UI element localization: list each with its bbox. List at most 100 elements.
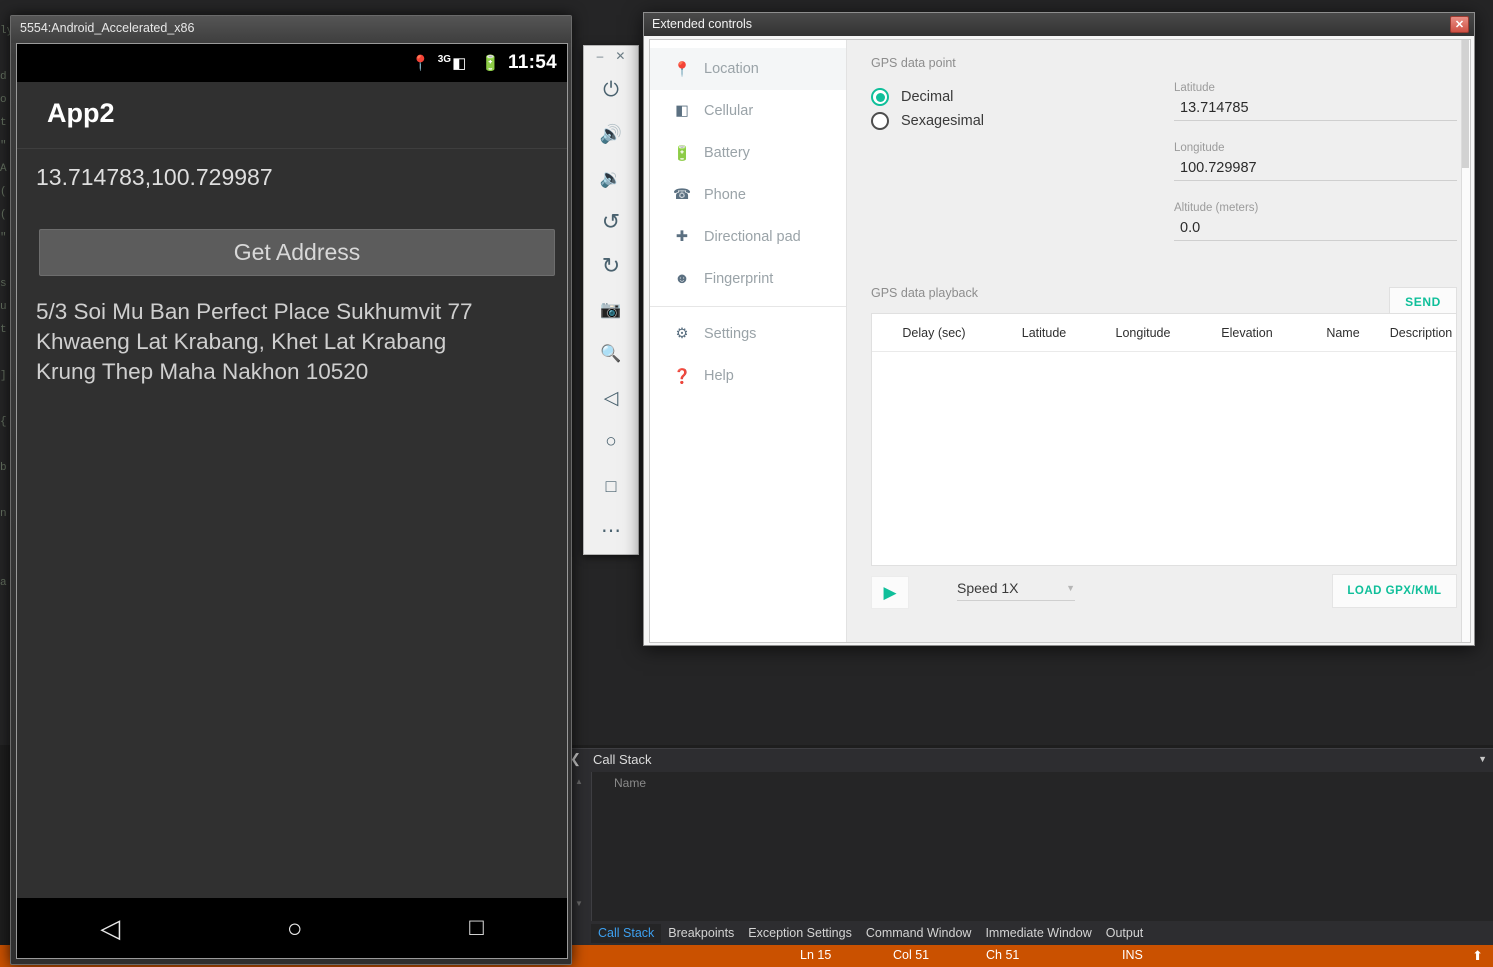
- status-column: Col 51: [893, 948, 930, 962]
- chevron-down-icon: ▼: [1066, 583, 1075, 593]
- speed-select-value: Speed 1X: [957, 580, 1019, 596]
- latitude-input[interactable]: 13.714785: [1174, 98, 1457, 121]
- fingerprint-icon: ☻: [674, 271, 690, 287]
- tab-immediate-window[interactable]: Immediate Window: [978, 924, 1098, 943]
- home-icon[interactable]: ○: [584, 420, 638, 464]
- location-panel-scrollbar[interactable]: [1461, 40, 1470, 642]
- rotate-left-icon[interactable]: ↺: [584, 200, 638, 244]
- recents-button[interactable]: □: [469, 914, 484, 942]
- sidebar-item-help[interactable]: ❓ Help: [650, 355, 846, 397]
- play-icon: ▶: [883, 582, 897, 602]
- rotate-right-icon[interactable]: ↻: [584, 244, 638, 288]
- tab-call-stack[interactable]: Call Stack: [591, 923, 662, 943]
- coordinates-text: 13.714783,100.729987: [36, 164, 273, 190]
- zoom-icon[interactable]: 🔍: [584, 332, 638, 376]
- minimize-icon[interactable]: –: [597, 49, 604, 63]
- gps-playback-table: Delay (sec) Latitude Longitude Elevation…: [871, 313, 1457, 566]
- status-insert-mode: INS: [1122, 948, 1143, 962]
- tab-breakpoints[interactable]: Breakpoints: [661, 924, 741, 943]
- location-panel: GPS data point Decimal Sexagesimal Latit…: [847, 40, 1470, 642]
- longitude-label: Longitude: [1174, 142, 1225, 154]
- android-status-bar: 📍 3G ◧ 🔋 11:54: [17, 44, 567, 82]
- status-line: Ln 15: [800, 948, 832, 962]
- tab-command-window[interactable]: Command Window: [859, 924, 979, 943]
- close-icon[interactable]: ✕: [615, 49, 625, 63]
- radio-selected-icon: [871, 88, 889, 106]
- longitude-input[interactable]: 100.729987: [1174, 158, 1457, 181]
- latitude-field: Latitude 13.714785: [1174, 82, 1457, 121]
- extended-controls-title-bar[interactable]: Extended controls ✕: [644, 13, 1474, 36]
- sidebar-item-label: Directional pad: [704, 229, 801, 245]
- tab-exception-settings[interactable]: Exception Settings: [741, 924, 859, 943]
- scroll-down-icon[interactable]: ▼: [574, 899, 584, 909]
- sidebar-item-phone[interactable]: ☎ Phone: [650, 174, 846, 216]
- debug-tab-strip: Call Stack Breakpoints Exception Setting…: [591, 921, 1493, 945]
- battery-icon: 🔋: [672, 145, 692, 162]
- battery-charging-icon: 🔋: [481, 55, 500, 72]
- altitude-field: Altitude (meters) 0.0: [1174, 202, 1457, 241]
- scroll-up-icon[interactable]: ▲: [574, 777, 584, 787]
- address-line-2: Khwaeng Lat Krabang, Khet Lat Krabang: [36, 329, 447, 354]
- power-icon[interactable]: ⏻: [584, 68, 638, 112]
- network-type-label: 3G: [437, 53, 452, 65]
- emulator-window-title: 5554:Android_Accelerated_x86: [20, 21, 195, 35]
- call-stack-header: close-icon Call Stack ▼: [566, 749, 1493, 772]
- radio-decimal[interactable]: Decimal: [871, 88, 953, 106]
- get-address-button[interactable]: Get Address: [39, 229, 555, 276]
- column-header-delay[interactable]: Delay (sec): [872, 326, 996, 340]
- call-stack-title: Call Stack: [593, 752, 652, 767]
- radio-decimal-label: Decimal: [901, 89, 954, 105]
- gps-data-playback-label: GPS data playback: [871, 286, 979, 300]
- sidebar-item-settings[interactable]: ⚙ Settings: [650, 313, 846, 355]
- emulator-title-bar[interactable]: 5554:Android_Accelerated_x86: [11, 16, 571, 43]
- column-header-description[interactable]: Description: [1386, 326, 1456, 340]
- column-header-latitude[interactable]: Latitude: [996, 326, 1092, 340]
- column-header-elevation[interactable]: Elevation: [1194, 326, 1300, 340]
- emulator-screen[interactable]: 📍 3G ◧ 🔋 11:54 App2 13.714783,100.729987…: [16, 43, 568, 959]
- emulator-window: 5554:Android_Accelerated_x86 📍 3G ◧ 🔋 11…: [10, 15, 572, 965]
- toolbar-button-list: ⏻ 🔊 🔉 ↺ ↻ 📷 🔍 ◁ ○ □ ⋯: [584, 68, 638, 552]
- sidebar-item-battery[interactable]: 🔋 Battery: [650, 132, 846, 174]
- extended-controls-title: Extended controls: [652, 17, 753, 31]
- sidebar-item-directional-pad[interactable]: ✚ Directional pad: [650, 216, 846, 258]
- tab-output[interactable]: Output: [1099, 924, 1151, 943]
- screenshot-icon[interactable]: 📷: [584, 288, 638, 332]
- sidebar-item-cellular[interactable]: ◧ Cellular: [650, 90, 846, 132]
- column-header-name[interactable]: Name: [1300, 326, 1386, 340]
- location-pin-icon: 📍: [672, 61, 692, 78]
- play-button[interactable]: ▶: [871, 576, 909, 609]
- table-header-row: Delay (sec) Latitude Longitude Elevation…: [872, 314, 1456, 352]
- more-icon[interactable]: ⋯: [584, 508, 638, 552]
- overview-icon[interactable]: □: [584, 464, 638, 508]
- volume-down-icon[interactable]: 🔉: [584, 156, 638, 200]
- radio-unselected-icon: [871, 112, 889, 130]
- home-button[interactable]: ○: [287, 913, 303, 944]
- scrollbar-thumb[interactable]: [1462, 40, 1469, 168]
- sidebar-item-location[interactable]: 📍 Location: [650, 48, 846, 90]
- gps-data-point-label: GPS data point: [871, 56, 956, 70]
- column-header-longitude[interactable]: Longitude: [1092, 326, 1194, 340]
- toolbar-window-buttons: – ✕: [584, 46, 638, 66]
- speed-select[interactable]: Speed 1X ▼: [957, 580, 1075, 601]
- arrow-up-icon[interactable]: ⬆: [1472, 948, 1483, 964]
- address-line-3: Krung Thep Maha Nakhon 10520: [36, 359, 369, 384]
- sidebar-item-label: Fingerprint: [704, 271, 774, 287]
- radio-sexagesimal[interactable]: Sexagesimal: [871, 112, 984, 130]
- altitude-input[interactable]: 0.0: [1174, 218, 1457, 241]
- extended-controls-body: 📍 Location ◧ Cellular 🔋 Battery ☎ Phone …: [649, 39, 1471, 643]
- app-title: App2: [47, 98, 115, 128]
- load-gpx-kml-button[interactable]: LOAD GPX/KML: [1332, 574, 1457, 608]
- close-icon[interactable]: ✕: [1450, 16, 1469, 33]
- sidebar-item-label: Location: [704, 61, 759, 77]
- chevron-down-icon[interactable]: ▼: [1478, 754, 1487, 764]
- status-char: Ch 51: [986, 948, 1020, 962]
- extended-controls-window: Extended controls ✕ 📍 Location ◧ Cellula…: [643, 12, 1475, 646]
- back-icon[interactable]: ◁: [584, 376, 638, 420]
- back-button[interactable]: ◁: [100, 913, 120, 944]
- address-line-1: 5/3 Soi Mu Ban Perfect Place Sukhumvit 7…: [36, 299, 473, 324]
- sidebar-item-label: Settings: [704, 326, 757, 342]
- sidebar-item-label: Cellular: [704, 103, 754, 119]
- sidebar-separator: [650, 306, 846, 307]
- volume-up-icon[interactable]: 🔊: [584, 112, 638, 156]
- sidebar-item-fingerprint[interactable]: ☻ Fingerprint: [650, 258, 846, 300]
